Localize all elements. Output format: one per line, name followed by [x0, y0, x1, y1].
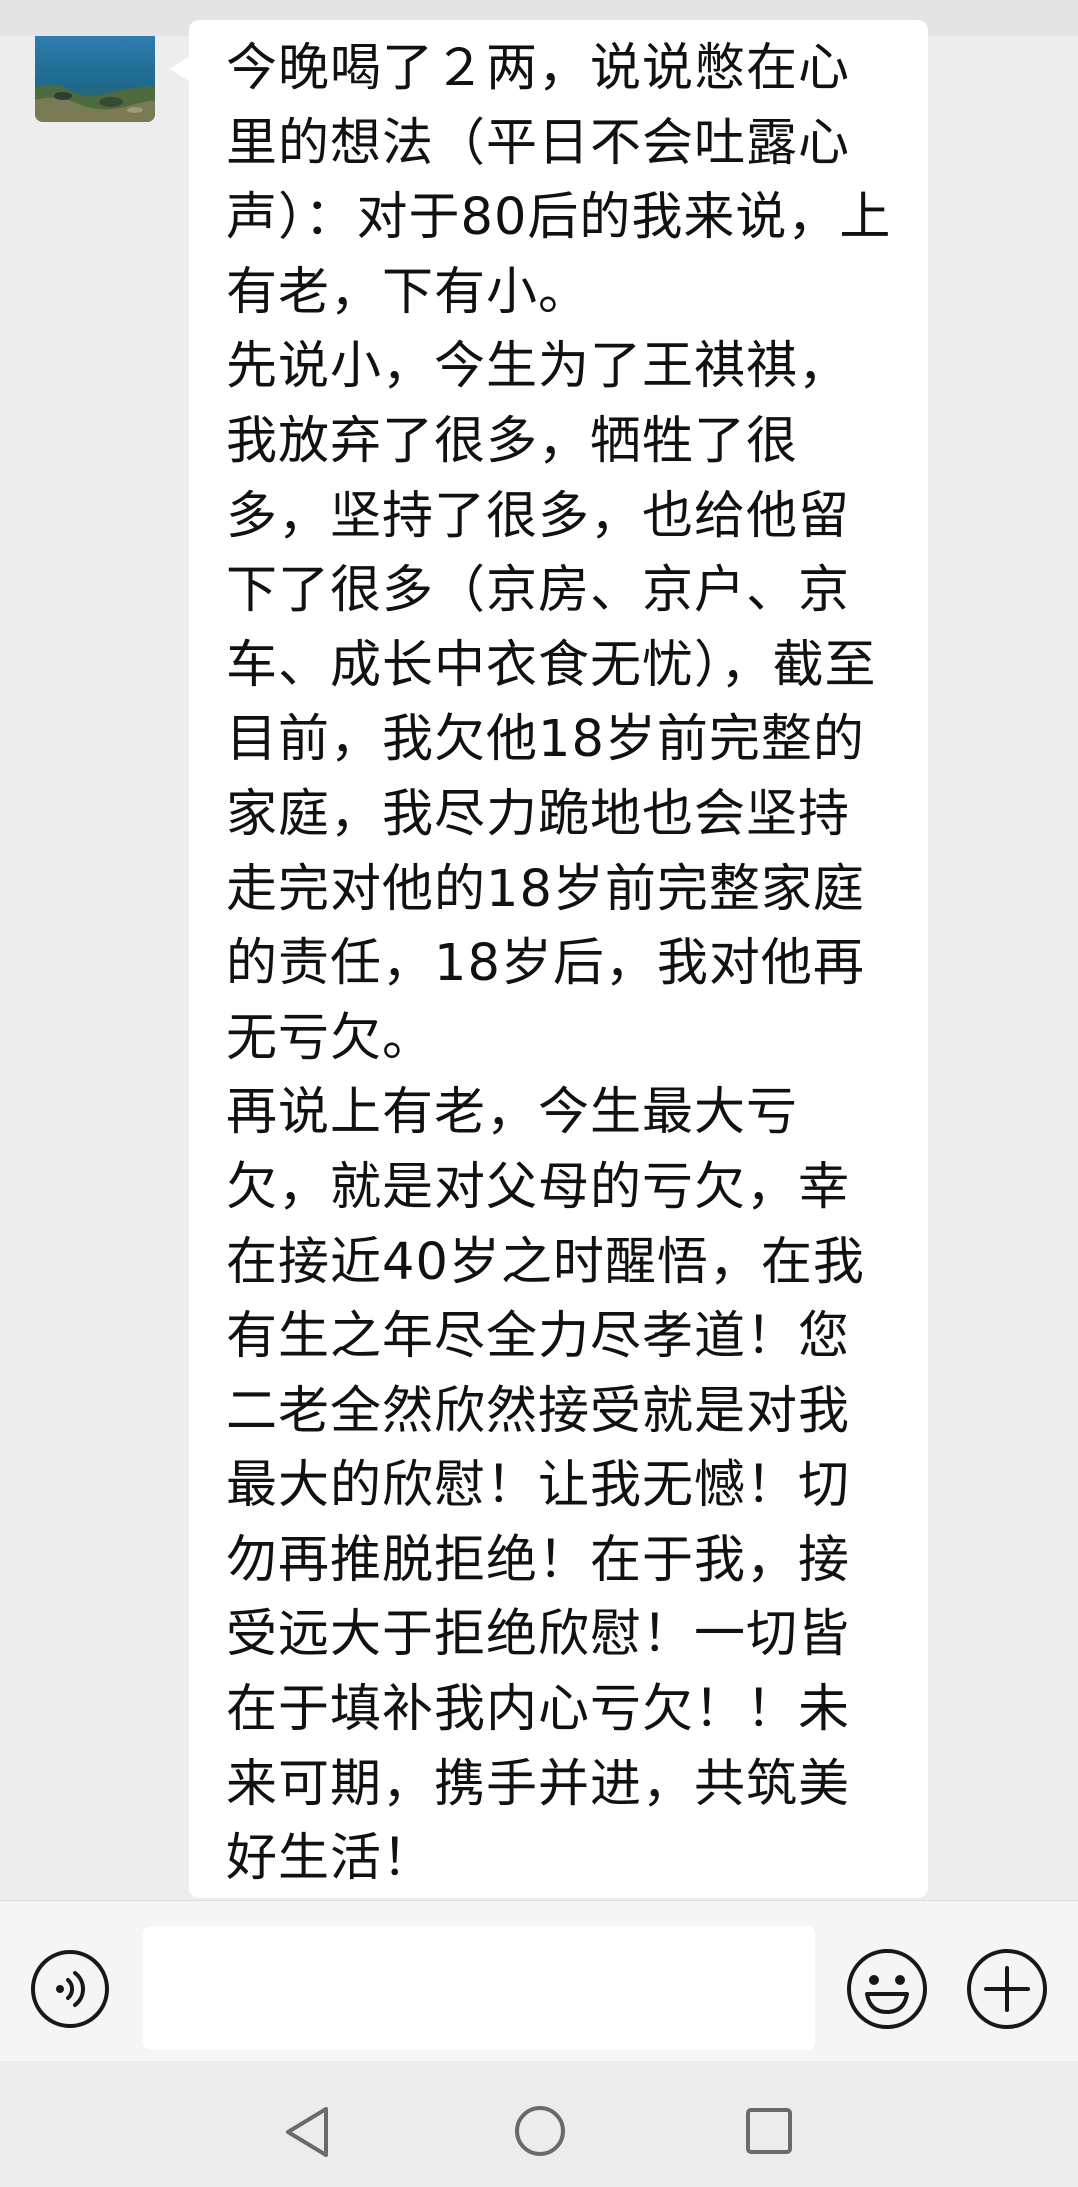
- more-button[interactable]: [966, 1948, 1048, 2030]
- emoji-icon: [847, 1949, 927, 2029]
- voice-icon: [31, 1950, 109, 2028]
- input-bar: [0, 1900, 1078, 2061]
- plus-icon: [967, 1949, 1047, 2029]
- message-text: 今晚喝了２两，说说憋在心里的想法（平日不会吐露心声）：对于80后的我来说，上有老…: [226, 39, 892, 1889]
- message-input[interactable]: [143, 1926, 815, 2050]
- chat-area: 今晚喝了２两，说说憋在心里的想法（平日不会吐露心声）：对于80后的我来说，上有老…: [0, 0, 1078, 1900]
- emoji-button[interactable]: [846, 1948, 928, 2030]
- message-bubble[interactable]: 今晚喝了２两，说说憋在心里的想法（平日不会吐露心声）：对于80后的我来说，上有老…: [189, 20, 928, 1898]
- recents-square-icon: [746, 2108, 792, 2154]
- voice-button[interactable]: [30, 1949, 110, 2029]
- back-triangle-icon: [286, 2107, 328, 2157]
- avatar[interactable]: [35, 36, 155, 122]
- system-navigation-bar: [0, 2061, 1078, 2187]
- avatar-sea-image: [35, 36, 155, 122]
- bubble-tail: [170, 56, 190, 82]
- home-circle-icon: [515, 2106, 565, 2156]
- back-button[interactable]: [282, 2104, 332, 2160]
- recents-button[interactable]: [744, 2106, 794, 2156]
- home-button[interactable]: [513, 2104, 567, 2158]
